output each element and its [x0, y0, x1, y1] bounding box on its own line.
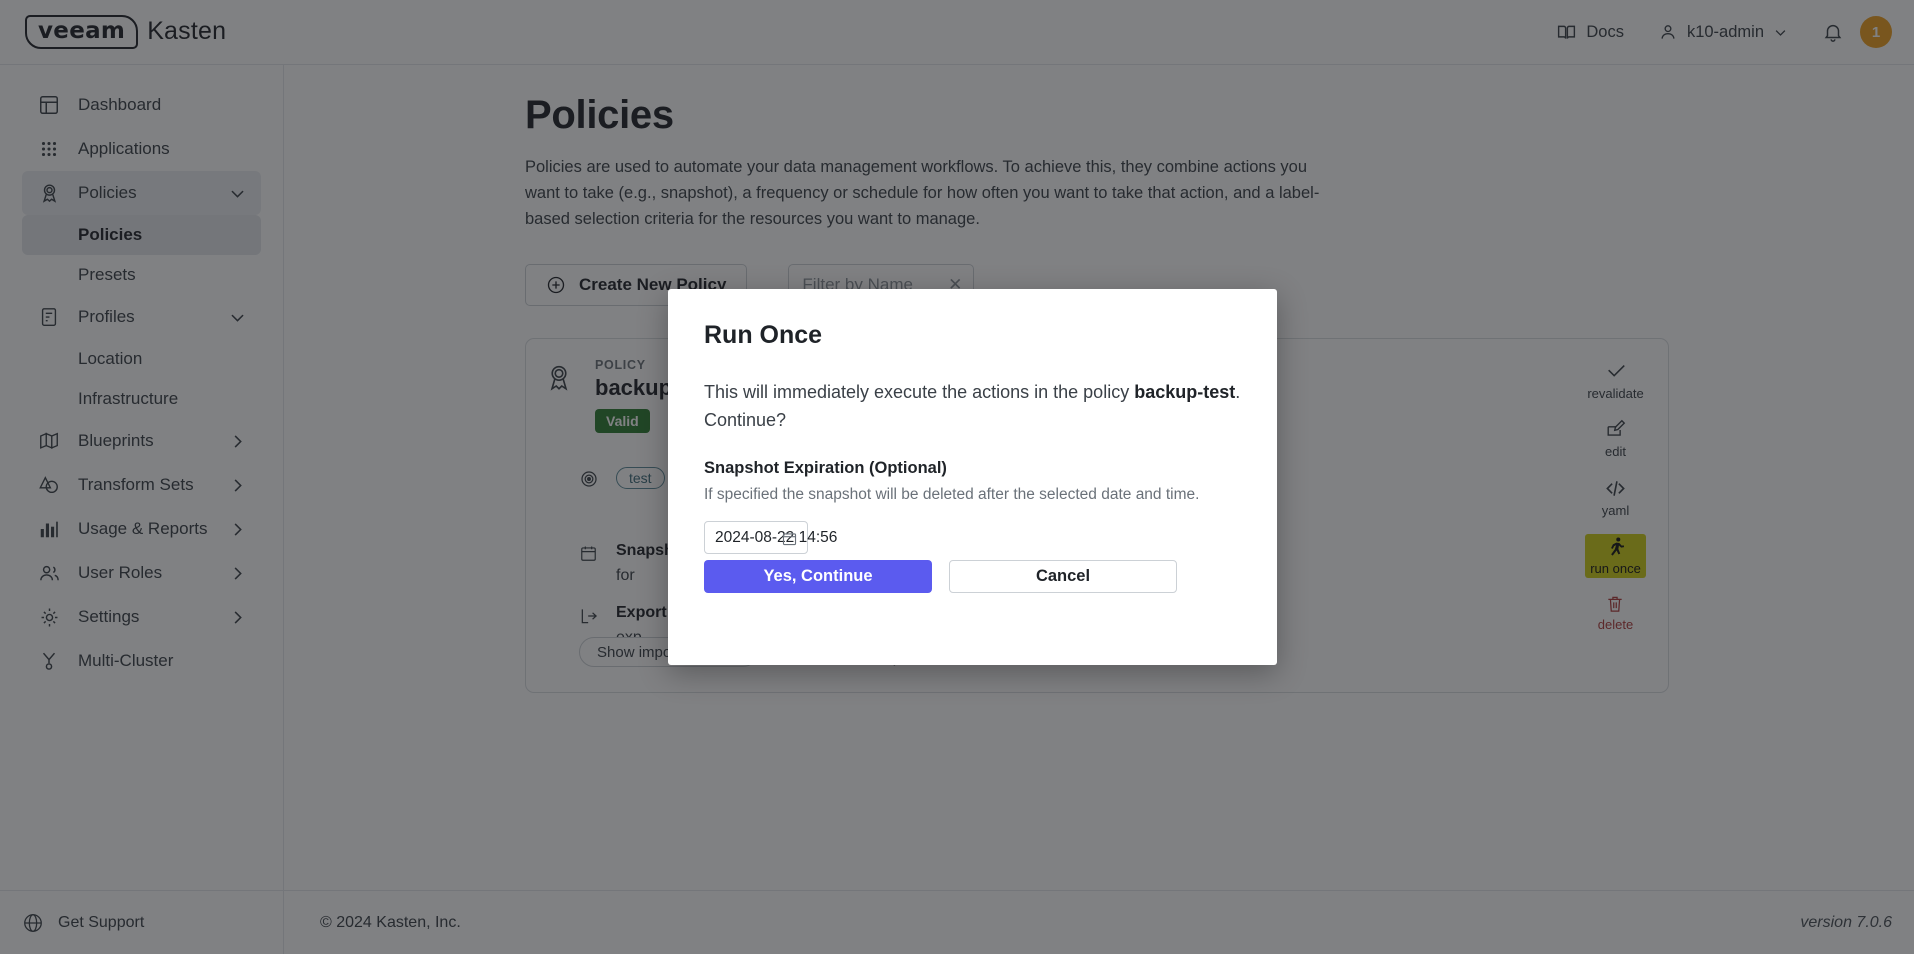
snapshot-expiration-input[interactable]: 2024-08-22 14:56: [704, 521, 808, 554]
run-once-modal: Run Once This will immediately execute t…: [668, 289, 1277, 665]
cancel-button[interactable]: Cancel: [949, 560, 1177, 593]
yes-continue-button[interactable]: Yes, Continue: [704, 560, 932, 593]
app-root: veeam Kasten Docs k10-admin: [0, 0, 1914, 954]
calendar-icon[interactable]: [781, 530, 798, 547]
modal-body-policy-name: backup-test: [1134, 382, 1235, 402]
modal-body-prefix: This will immediately execute the action…: [704, 382, 1134, 402]
modal-body: This will immediately execute the action…: [704, 378, 1244, 434]
modal-actions: Yes, Continue Cancel: [704, 560, 1177, 593]
snapshot-expiration-label: Snapshot Expiration (Optional): [704, 459, 1241, 478]
modal-title: Run Once: [704, 321, 1241, 350]
snapshot-expiration-value: 2024-08-22 14:56: [715, 529, 837, 547]
snapshot-expiration-hint: If specified the snapshot will be delete…: [704, 486, 1241, 504]
